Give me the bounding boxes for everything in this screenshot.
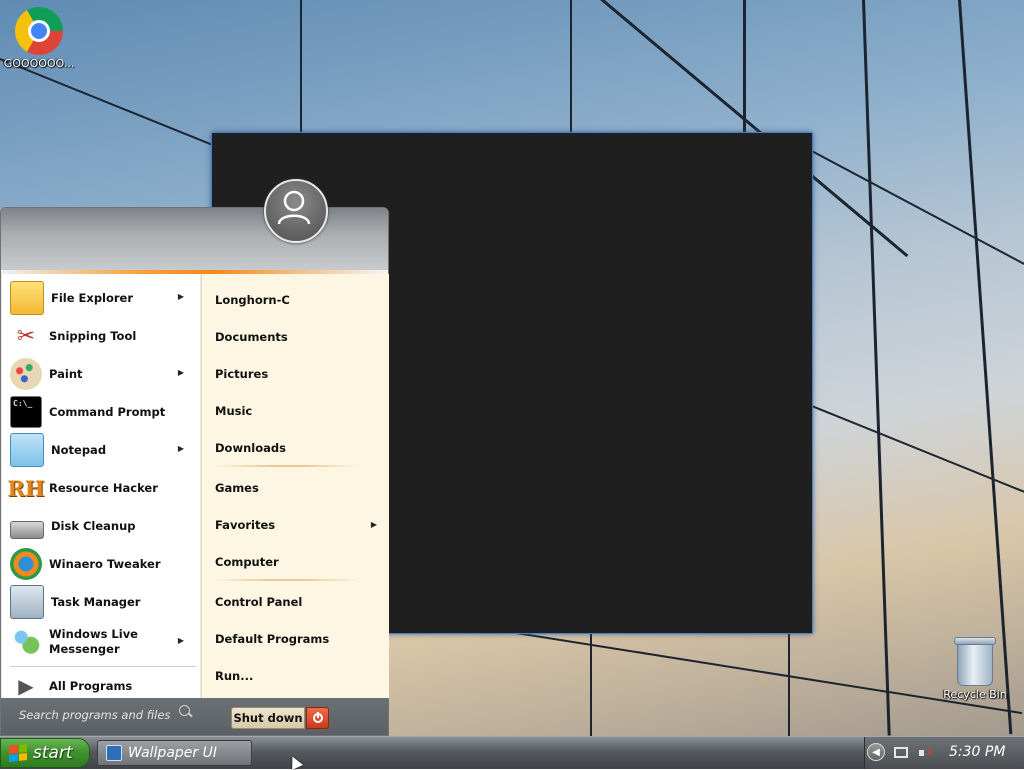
place-default-programs[interactable]: Default Programs	[215, 632, 329, 646]
shutdown-button[interactable]: Shut down	[231, 707, 305, 729]
divider	[214, 465, 360, 467]
places-pane: Longhorn-C Documents Pictures Music Down…	[201, 274, 389, 698]
wallpaper-beam	[788, 633, 790, 736]
program-label: Winaero Tweaker	[49, 556, 161, 571]
rh-icon: RH	[7, 475, 45, 501]
start-menu-footer: Search programs and files Shut down	[1, 698, 388, 735]
show-hidden-icons-button[interactable]: ◀	[867, 743, 885, 761]
paint-palette-icon	[10, 358, 42, 390]
start-menu-header	[1, 208, 388, 274]
program-winaero-tweaker[interactable]: Winaero Tweaker	[2, 546, 198, 582]
place-pictures[interactable]: Pictures	[215, 367, 268, 381]
program-label: Task Manager	[51, 594, 141, 609]
disk-cleanup-icon	[10, 521, 44, 539]
place-downloads[interactable]: Downloads	[215, 441, 286, 455]
clock[interactable]: 5:30 PM	[949, 744, 1005, 760]
place-computer[interactable]: Computer	[215, 555, 279, 569]
folder-icon	[10, 281, 44, 315]
chrome-icon	[15, 7, 63, 55]
recycle-bin-icon	[954, 637, 996, 686]
place-favorites[interactable]: Favorites	[215, 518, 275, 532]
place-control-panel[interactable]: Control Panel	[215, 595, 302, 609]
user-avatar-icon[interactable]	[264, 179, 328, 243]
program-disk-cleanup[interactable]: Disk Cleanup	[2, 508, 198, 544]
scissors-icon: ✂	[16, 323, 36, 349]
place-music[interactable]: Music	[215, 404, 252, 418]
submenu-arrow-icon: ▶	[177, 292, 184, 301]
messenger-icon	[10, 626, 42, 658]
windows-logo-icon	[9, 744, 27, 762]
program-notepad[interactable]: Notepad ▶	[2, 432, 198, 468]
program-windows-live-messenger[interactable]: Windows Live Messenger ▶	[2, 622, 198, 662]
notepad-icon	[10, 433, 44, 467]
wallpaper-beam	[862, 0, 891, 736]
start-label: start	[33, 743, 73, 763]
taskbar: start Wallpaper UI ◀ 5:30 PM	[0, 736, 1024, 769]
network-icon[interactable]	[894, 747, 908, 758]
search-input[interactable]: Search programs and files	[9, 702, 199, 728]
program-label: Windows Live Messenger	[49, 627, 138, 656]
submenu-arrow-icon: ▶	[370, 520, 377, 529]
desktop-icon-label: GOOOOOO...	[3, 57, 75, 70]
tweaker-icon	[10, 548, 42, 580]
program-label: Resource Hacker	[49, 480, 158, 495]
submenu-arrow-icon: ▶	[177, 444, 184, 453]
program-label: Disk Cleanup	[51, 518, 136, 533]
wallpaper-beam	[590, 633, 592, 736]
wallpaper-beam	[570, 0, 572, 136]
submenu-arrow-icon: ▶	[177, 636, 184, 645]
programs-pane: File Explorer ▶ ✂ Snipping Tool Paint ▶ …	[2, 274, 200, 698]
terminal-icon: C:\_	[10, 396, 42, 428]
wallpaper-beam	[300, 0, 302, 140]
all-programs-label: All Programs	[49, 678, 133, 693]
program-label: Paint	[49, 366, 83, 381]
program-command-prompt[interactable]: C:\_ Command Prompt	[2, 394, 198, 430]
desktop-icon-chrome[interactable]: GOOOOOO...	[0, 7, 79, 70]
taskbar-window-button[interactable]: Wallpaper UI	[97, 740, 252, 766]
desktop-icon-recycle-bin[interactable]: Recycle Bin	[935, 637, 1015, 701]
power-options-button[interactable]	[306, 707, 329, 729]
program-task-manager[interactable]: Task Manager	[2, 584, 198, 620]
divider	[214, 579, 360, 581]
desktop: GOOOOOO... Recycle Bin File Explorer ▶ ✂…	[0, 0, 1024, 736]
place-documents[interactable]: Documents	[215, 330, 288, 344]
program-file-explorer[interactable]: File Explorer ▶	[2, 280, 198, 316]
submenu-arrow-icon: ▶	[177, 368, 184, 377]
divider	[10, 666, 196, 667]
app-icon	[106, 745, 122, 761]
wallpaper-beam	[958, 0, 1013, 735]
power-icon	[312, 712, 323, 723]
program-resource-hacker[interactable]: RH Resource Hacker	[2, 470, 198, 506]
start-button[interactable]: start	[0, 738, 90, 768]
search-icon	[179, 705, 190, 716]
system-tray: ◀ 5:30 PM	[864, 737, 1024, 769]
program-paint[interactable]: Paint ▶	[2, 356, 198, 392]
place-games[interactable]: Games	[215, 481, 259, 495]
volume-muted-icon[interactable]	[919, 746, 935, 760]
program-label: Snipping Tool	[49, 328, 137, 343]
taskbar-window-label: Wallpaper UI	[128, 745, 217, 761]
program-label: File Explorer	[51, 290, 134, 305]
place-run[interactable]: Run...	[215, 669, 253, 683]
program-label: Notepad	[51, 442, 107, 457]
program-snipping-tool[interactable]: ✂ Snipping Tool	[2, 318, 198, 354]
program-label: Command Prompt	[49, 404, 166, 419]
place-longhorn-c[interactable]: Longhorn-C	[215, 293, 290, 307]
wallpaper-beam	[811, 150, 1024, 274]
start-menu: File Explorer ▶ ✂ Snipping Tool Paint ▶ …	[0, 179, 389, 736]
desktop-icon-label: Recycle Bin	[943, 688, 1007, 701]
task-manager-icon	[10, 585, 44, 619]
